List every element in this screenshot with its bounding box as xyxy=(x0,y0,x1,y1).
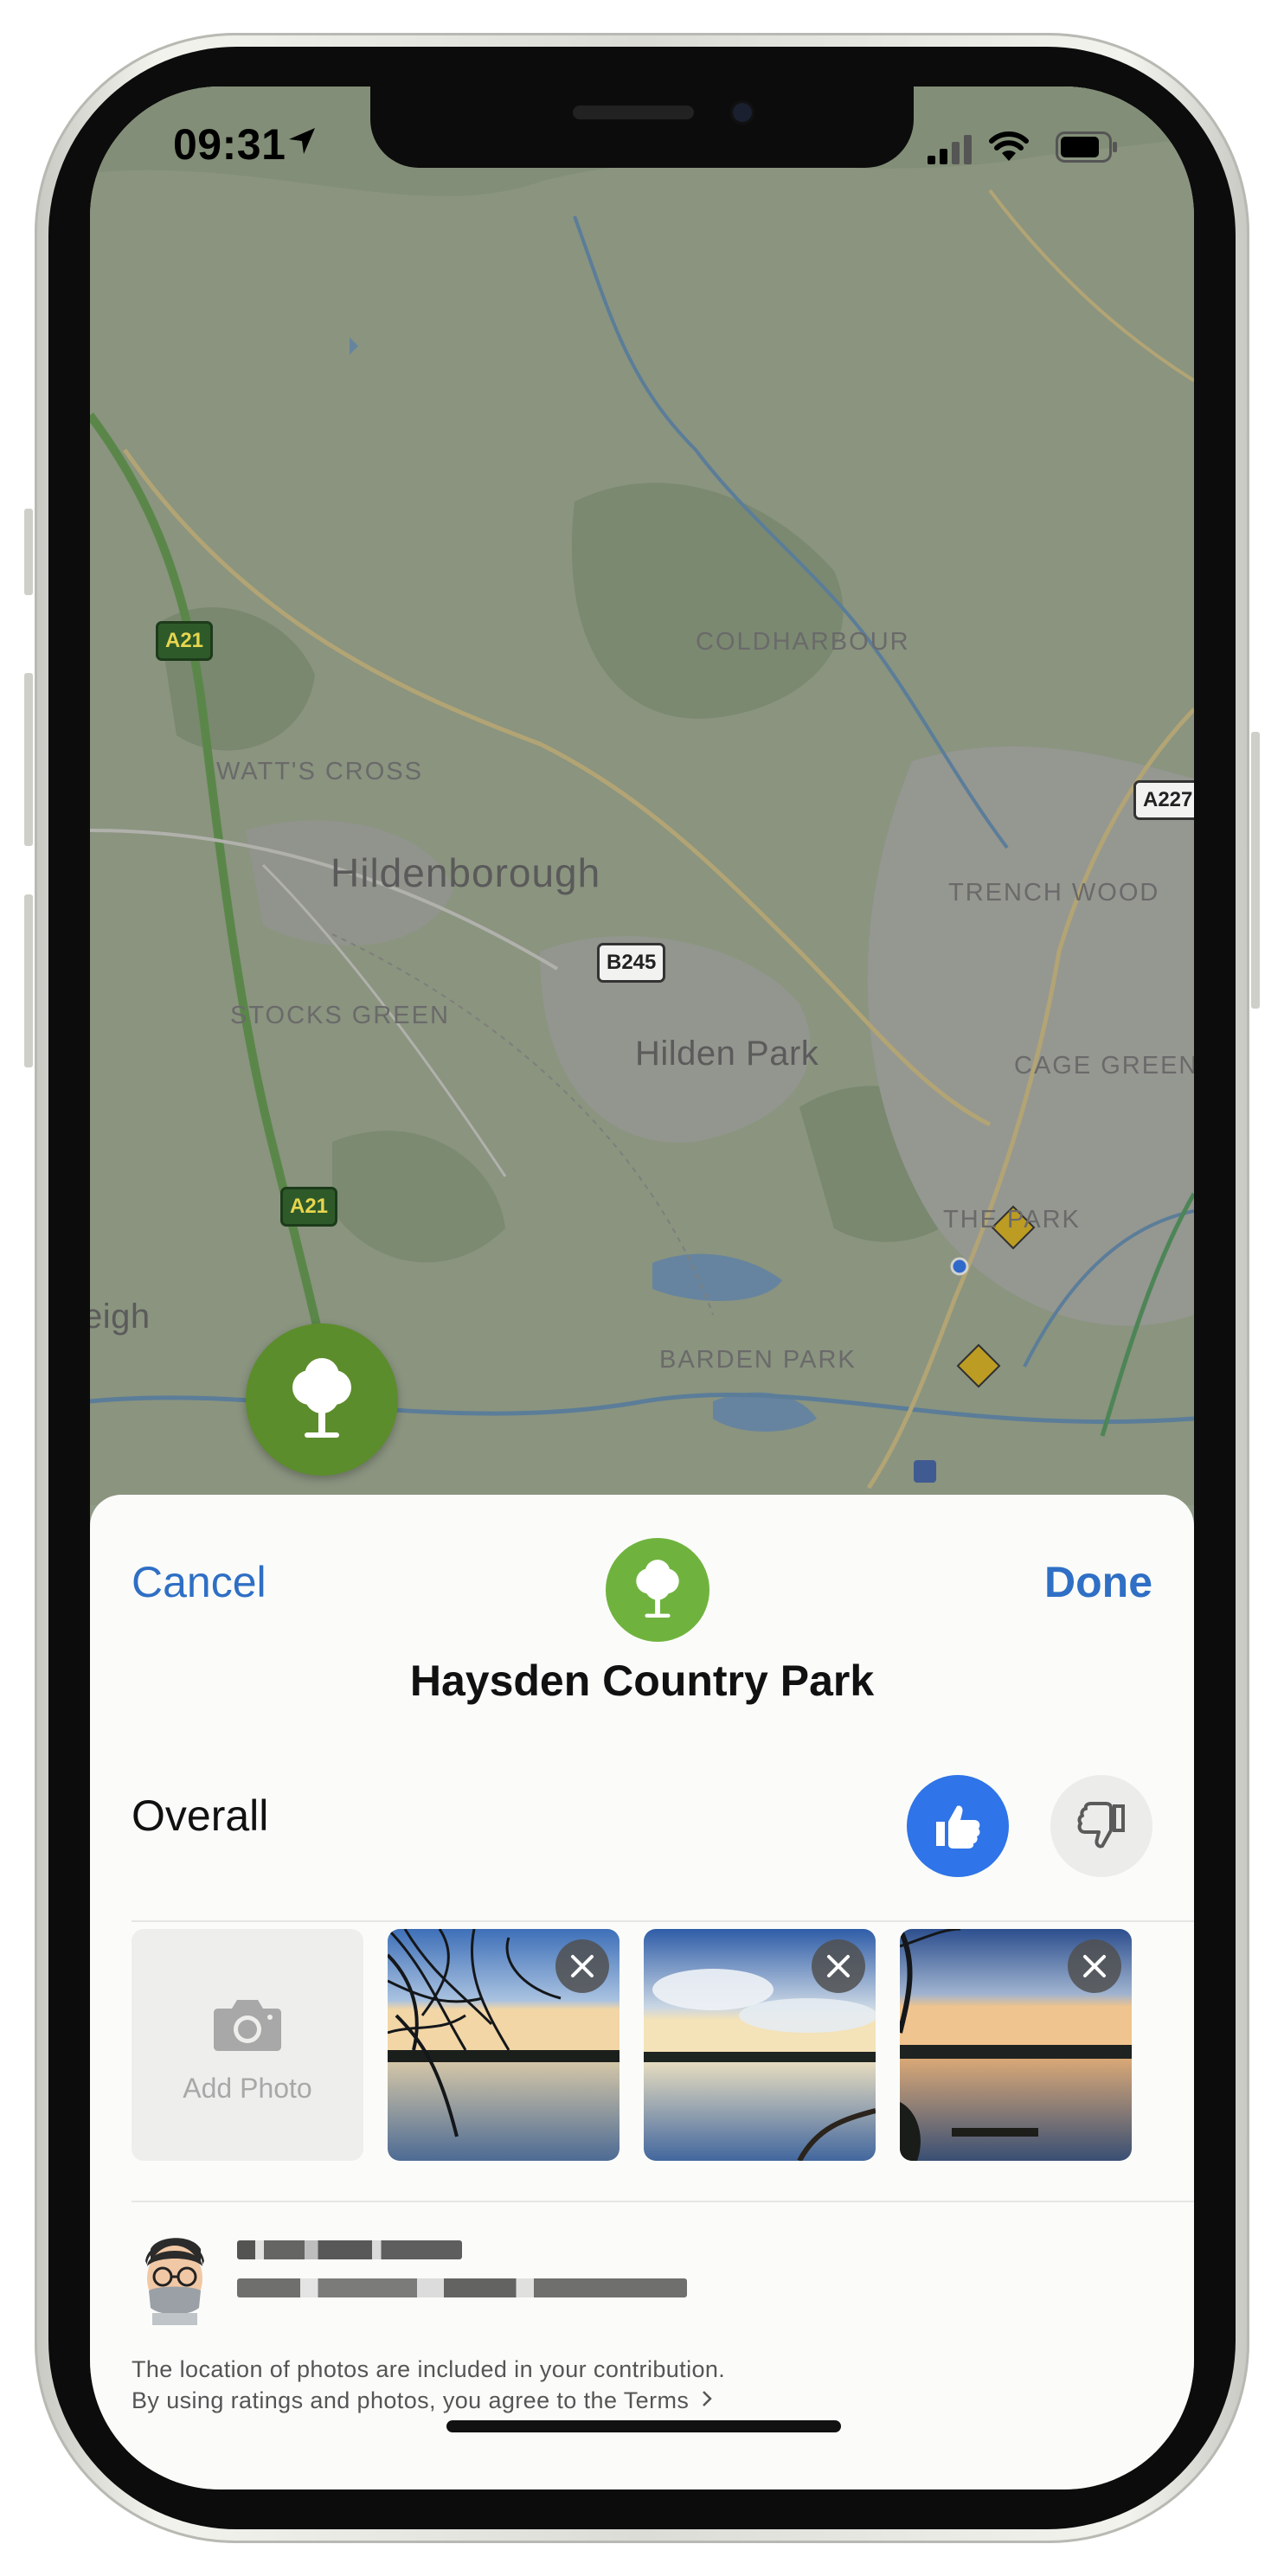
map-label: TRENCH WOOD xyxy=(948,879,1160,907)
location-arrow-icon xyxy=(289,128,315,154)
close-icon xyxy=(571,1955,594,1977)
thumbs-down-button[interactable] xyxy=(1050,1775,1152,1877)
map-pin[interactable] xyxy=(246,1323,398,1476)
username-redacted xyxy=(237,2240,462,2259)
add-photo-button[interactable]: Add Photo xyxy=(132,1929,363,2161)
cancel-button[interactable]: Cancel xyxy=(132,1557,266,1607)
camera-icon xyxy=(214,2000,281,2051)
notch xyxy=(370,87,914,168)
wifi-icon xyxy=(989,131,1029,161)
remove-photo-button[interactable] xyxy=(1068,1939,1121,1993)
tree-icon xyxy=(292,1358,351,1438)
power-button xyxy=(1251,732,1260,1009)
road-shield: A21 xyxy=(156,621,214,661)
place-title: Haysden Country Park xyxy=(409,1656,875,1705)
close-icon xyxy=(827,1955,850,1977)
home-indicator[interactable] xyxy=(446,2420,841,2432)
volume-up-button xyxy=(24,673,33,846)
add-photo-label: Add Photo xyxy=(183,2073,312,2104)
footnote-terms-link[interactable]: By using ratings and photos, you agree t… xyxy=(132,2387,713,2414)
map-label: eigh xyxy=(90,1298,151,1336)
map-label: WATT'S CROSS xyxy=(216,758,423,785)
done-button[interactable]: Done xyxy=(1044,1557,1152,1607)
thumbs-up-icon xyxy=(936,1805,980,1849)
close-icon xyxy=(1083,1955,1106,1977)
road-shield: B245 xyxy=(597,943,666,983)
map-label: CAGE GREEN xyxy=(1014,1052,1194,1080)
photo-thumbnail[interactable] xyxy=(644,1929,876,2161)
avatar xyxy=(145,2238,204,2325)
thumbs-down-icon xyxy=(1077,1802,1125,1849)
divider xyxy=(132,1920,1194,1922)
battery-icon xyxy=(1056,131,1117,163)
mute-switch xyxy=(24,509,33,595)
thumbs-up-button[interactable] xyxy=(907,1775,1009,1877)
map-label: COLDHARBOUR xyxy=(696,628,910,656)
overall-label: Overall xyxy=(132,1791,269,1840)
road-shield: A21 xyxy=(280,1187,338,1227)
signal-icon xyxy=(928,135,972,164)
divider xyxy=(132,2201,1194,2202)
map-label: THE PARK xyxy=(943,1206,1081,1234)
photo-thumbnail[interactable] xyxy=(388,1929,620,2161)
speaker xyxy=(573,106,694,119)
camera xyxy=(730,100,754,125)
tree-icon xyxy=(636,1560,679,1618)
map-label: STOCKS GREEN xyxy=(230,1002,450,1029)
volume-down-button xyxy=(24,894,33,1067)
remove-photo-button[interactable] xyxy=(555,1939,609,1993)
place-category-icon xyxy=(606,1538,709,1642)
user-detail-redacted xyxy=(237,2278,687,2297)
map-view[interactable]: COLDHARBOUR WATT'S CROSS Hildenborough T… xyxy=(90,87,1194,1505)
map-canvas xyxy=(90,87,1194,1505)
map-label: BARDEN PARK xyxy=(659,1346,857,1374)
remove-photo-button[interactable] xyxy=(812,1939,865,1993)
review-sheet: Cancel Done Haysden Country Park Overall xyxy=(90,1495,1194,2489)
terms-text[interactable]: By using ratings and photos, you agree t… xyxy=(132,2387,689,2413)
footnote-location: The location of photos are included in y… xyxy=(132,2356,726,2382)
status-time: 09:31 xyxy=(173,120,286,169)
road-shield: A227 xyxy=(1133,780,1194,820)
screen: COLDHARBOUR WATT'S CROSS Hildenborough T… xyxy=(90,87,1194,2489)
photo-thumbnail[interactable] xyxy=(900,1929,1132,2161)
map-label: Hildenborough xyxy=(331,850,601,895)
map-label: Hilden Park xyxy=(635,1035,819,1073)
chevron-right-icon xyxy=(703,2391,712,2406)
